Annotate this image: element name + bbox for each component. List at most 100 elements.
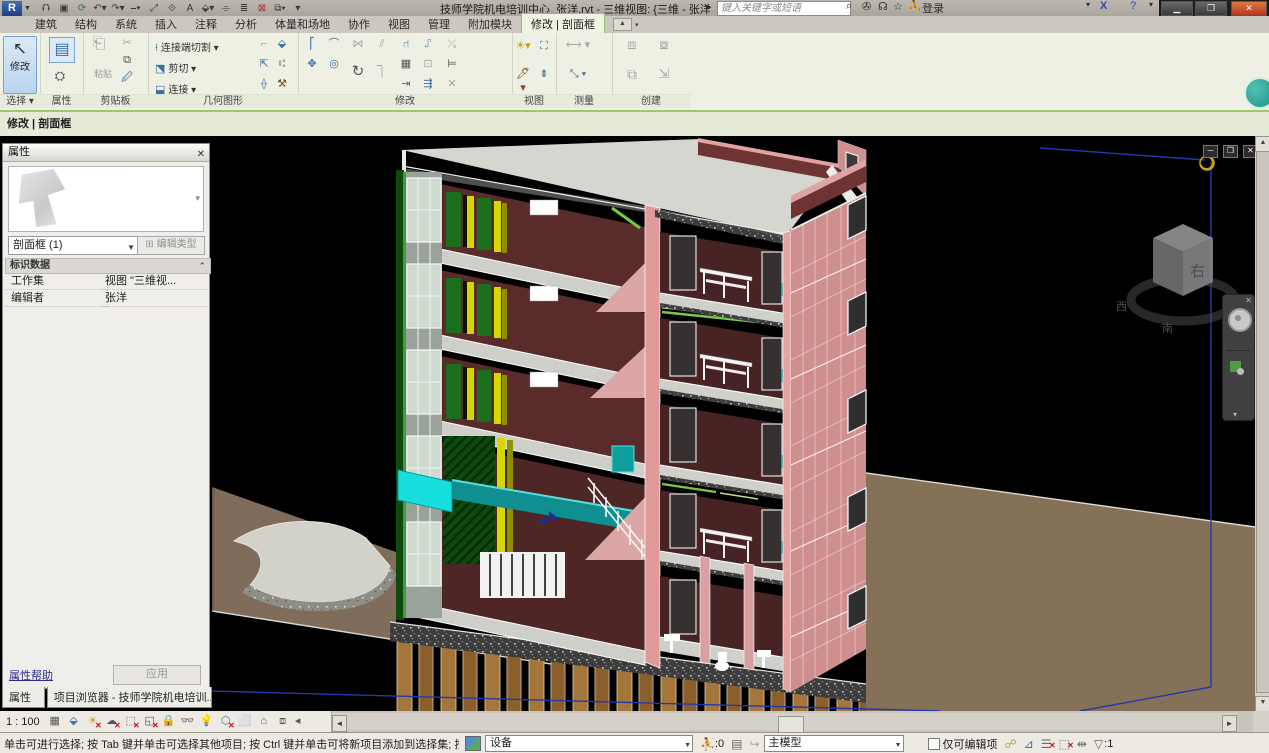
shadows-icon[interactable]: ☁✕ [104,714,120,729]
tab-addins[interactable]: 附加模块 [459,14,521,33]
offset-icon[interactable]: ⌒ [326,37,342,51]
compass-south[interactable]: 南 [1162,322,1173,335]
app-menu-button[interactable]: R [2,1,22,16]
panel-clipboard-label[interactable]: 剪贴板 [83,94,148,108]
undo-icon[interactable]: ↶▾ [93,3,107,14]
infocenter-expand-icon[interactable]: ▸ [706,0,712,13]
type-preview[interactable]: ▾ [8,166,204,232]
customize-qat-icon[interactable]: ▾ [291,3,305,14]
collapse-section-icon[interactable]: ⌃ [198,260,206,273]
create-parts-icon[interactable]: ⇲ [656,67,672,81]
mirror-line-icon[interactable]: ⫽ [374,37,390,51]
tab-analyze[interactable]: 分析 [226,14,266,33]
workset-combo-arrow-icon[interactable]: ▼ [684,739,691,752]
design-option-combo[interactable]: 主模型▼ [764,735,904,752]
ribbon-collapse-arrow-icon[interactable]: ▾ [635,21,639,29]
trim-single-icon[interactable]: ⇥ [398,77,414,91]
collapse-bar-icon[interactable]: ◂ [294,714,302,729]
temporary-view-properties-icon[interactable]: ⬜ [237,714,253,729]
create-similar-icon[interactable]: ⧇ [656,37,672,51]
section-box-rotate-handle[interactable] [1200,156,1214,170]
sun-path-icon[interactable]: ☀✕ [85,714,101,729]
tab-collaborate[interactable]: 协作 [339,14,379,33]
tab-view[interactable]: 视图 [379,14,419,33]
array-icon[interactable]: ▦ [398,57,414,71]
tab-insert[interactable]: 插入 [146,14,186,33]
split-gap-icon[interactable]: ⑀ [420,37,436,51]
close-button[interactable]: ✕ [1231,1,1267,16]
help-icon[interactable]: ? [1130,0,1136,12]
tab-structure[interactable]: 结构 [66,14,106,33]
sign-in-label[interactable]: 登录 [922,0,944,16]
panel-create-label[interactable]: 创建 [612,94,690,108]
cut-geometry-button[interactable]: ⬔剪切 ▾ [155,60,196,75]
search-binoculars-icon[interactable]: ⌕ [846,0,852,13]
scale-icon[interactable]: ▦ [47,714,63,729]
drawing-area[interactable]: 右 西 南 东 ─ ❐ ✕ ✕ ▾ ▲ ▼ [0,136,1269,712]
hide-elements-icon[interactable]: ☀▾ [515,39,531,53]
select-by-face-icon[interactable]: ⬚✕ [1059,737,1070,751]
redo-icon[interactable]: ↷▾ [111,3,125,14]
search-input[interactable]: 键入关键字或短语 [717,1,851,16]
unjoin-icon[interactable]: ⇱ [256,57,272,71]
panel-measure-label[interactable]: 测量 [556,94,612,108]
navbar-close-icon[interactable]: ✕ [1245,296,1252,305]
tab-systems[interactable]: 系统 [106,14,146,33]
panel-modify-label[interactable]: 修改 [298,94,512,108]
measure-icon[interactable]: ⎯▾ [129,3,143,14]
displace-icon[interactable]: ⇟ [536,67,552,81]
tag-icon[interactable]: ⟐ [165,3,179,14]
sync-icon[interactable]: ⟳ [75,3,89,14]
copy-modify-icon[interactable]: ◎ [326,57,342,71]
help-arrow-icon[interactable]: ▾ [1149,0,1153,9]
design-options-icon[interactable]: ▤ [731,737,742,751]
mirror-axis-icon[interactable]: ⋈ [350,37,366,51]
edit-type-button[interactable]: ⊞ 编辑类型 [137,236,205,255]
app-menu-arrow-icon[interactable]: ▼ [24,5,31,12]
scroll-left-icon[interactable]: ◄ [332,715,347,732]
text-icon[interactable]: A [183,3,197,14]
dimension-icon[interactable]: ⤢ [147,3,161,14]
ribbon-collapse-button[interactable]: ▲ [613,18,632,31]
tab-massing-site[interactable]: 体量和场地 [266,14,339,33]
design-option-arrow-icon[interactable]: ▼ [895,739,902,752]
property-value[interactable]: 张洋 [102,290,207,307]
tab-manage[interactable]: 管理 [419,14,459,33]
select-pinned-icon[interactable]: ☰✕ [1041,737,1052,751]
thin-lines-icon[interactable]: ≣ [237,3,251,14]
delete-icon[interactable]: ✕ [444,77,460,91]
drag-on-selection-icon[interactable]: ⇹ [1077,737,1087,751]
preview-dropdown-icon[interactable]: ▾ [195,193,200,204]
notification-badge-icon[interactable] [1244,77,1269,109]
override-graphics-icon[interactable]: ⛶ [536,39,552,53]
subscription-icon[interactable]: ✇ [862,0,871,13]
select-links-icon[interactable]: ☍ [1005,737,1017,751]
view-minimize-icon[interactable]: ─ [1203,145,1218,158]
editing-requests-count[interactable]: :0 [715,738,724,750]
cut-icon[interactable]: ✂ [119,36,135,50]
move-icon[interactable]: ✥ [304,57,320,71]
editing-requests-icon[interactable]: ⛹ [700,737,715,751]
editable-only-checkbox[interactable] [928,738,940,750]
favorites-icon[interactable]: ☆ [893,0,903,13]
measure-along-icon[interactable]: ⤡ ▾ [564,67,592,81]
type-selector[interactable]: 剖面框 (1) ▼ [8,236,138,255]
rotate-icon[interactable]: ↻ [350,65,366,79]
demolish-icon[interactable]: ⬙ [274,37,290,51]
detail-level-icon[interactable]: ⬙ [66,714,82,729]
panel-select-label[interactable]: 选择 ▾ [0,94,40,108]
tab-properties-palette[interactable]: 属性 [2,687,45,708]
palette-close-icon[interactable]: ✕ [197,146,205,163]
paste-icon[interactable]: ⎗ [88,37,110,65]
panel-geometry-label[interactable]: 几何图形 [148,94,298,108]
open-icon[interactable]: ⮉ [39,3,53,14]
default-3d-view-icon[interactable]: ⬙▾ [201,3,215,14]
create-group-icon[interactable]: ⧈ [624,37,640,51]
panel-properties-label[interactable]: 属性 [40,94,83,108]
split-icon[interactable]: ⑁ [398,37,414,51]
horizontal-scrollbar[interactable]: ◄ ► [332,713,1237,730]
vertical-scrollbar[interactable]: ▲ ▼ [1255,136,1269,712]
join-end-cut-button[interactable]: ⟊连接端切割 ▾ [155,39,219,55]
copy-icon[interactable]: ⧉ [119,53,135,67]
match-properties-icon[interactable]: 🖉 [119,71,135,85]
